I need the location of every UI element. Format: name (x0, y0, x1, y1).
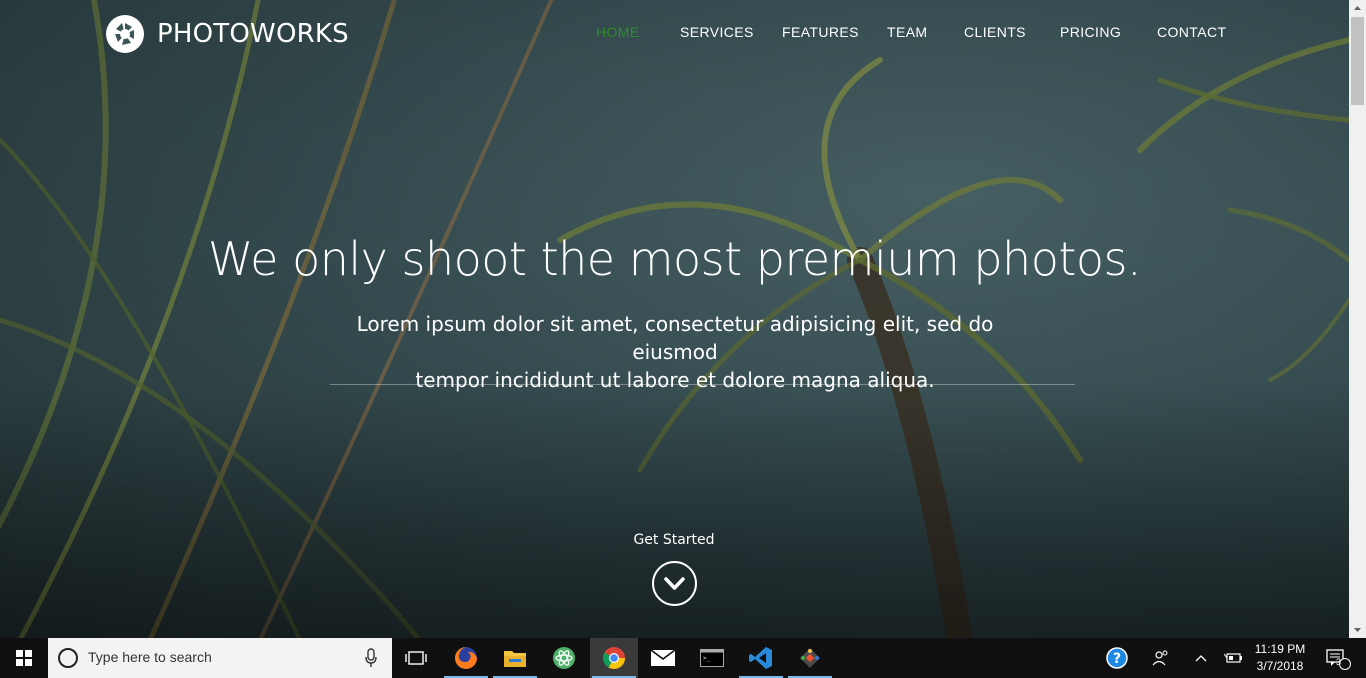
hero-divider (330, 384, 1075, 385)
browser-viewport: PHOTOWORKS HOME SERVICES FEATURES TEAM C… (0, 0, 1349, 638)
terminal-icon: >_ (700, 649, 724, 667)
svg-text:?: ? (1113, 651, 1121, 667)
get-started-button[interactable] (652, 561, 697, 606)
tray-show-hidden[interactable] (1188, 638, 1214, 678)
nav-home[interactable]: HOME (596, 24, 680, 40)
chrome-icon (603, 647, 625, 669)
task-view-icon (405, 651, 427, 665)
top-navbar: PHOTOWORKS HOME SERVICES FEATURES TEAM C… (0, 0, 1349, 68)
hero-subtitle: Lorem ipsum dolor sit amet, consectetur … (340, 310, 1010, 394)
windows-taskbar: Type here to search >_ ? 11:19 PM 3/7/20… (0, 638, 1366, 678)
windows-logo-icon (16, 650, 32, 666)
clock-date: 3/7/2018 (1256, 659, 1304, 673)
help-icon: ? (1106, 647, 1128, 669)
firefox-icon (455, 647, 477, 669)
taskbar-search-box[interactable]: Type here to search (48, 638, 392, 678)
cortana-icon (58, 648, 78, 668)
nav-clients[interactable]: CLIENTS (964, 24, 1060, 40)
tray-help[interactable]: ? (1100, 638, 1134, 678)
taskbar-git[interactable] (786, 638, 834, 678)
aperture-icon (106, 15, 144, 53)
brand-logo[interactable]: PHOTOWORKS (105, 14, 349, 54)
chevron-down-icon (664, 577, 685, 590)
scroll-down-arrow-icon[interactable] (1349, 621, 1366, 638)
chevron-up-icon (1195, 655, 1207, 662)
taskbar-vscode[interactable] (737, 638, 785, 678)
scroll-up-arrow-icon[interactable] (1349, 0, 1366, 17)
get-started-label[interactable]: Get Started (574, 532, 774, 548)
scroll-thumb[interactable] (1351, 17, 1364, 105)
battery-icon (1224, 653, 1242, 663)
file-explorer-icon (504, 651, 526, 667)
task-view-button[interactable] (392, 638, 440, 678)
hero-title: We only shoot the most premium photos. (207, 232, 1142, 286)
start-button[interactable] (0, 638, 48, 678)
nav-pricing[interactable]: PRICING (1060, 24, 1157, 40)
vscode-icon (749, 647, 772, 669)
page-scrollbar[interactable] (1349, 0, 1366, 638)
svg-text:>_: >_ (703, 655, 711, 662)
people-icon (1152, 650, 1168, 666)
tray-people[interactable] (1146, 638, 1176, 678)
search-placeholder: Type here to search (88, 649, 212, 665)
taskbar-atom[interactable] (540, 638, 588, 678)
action-center-button[interactable]: 3 (1318, 638, 1358, 678)
clock-time: 11:19 PM (1254, 642, 1306, 656)
microphone-icon[interactable] (365, 648, 377, 668)
tray-battery[interactable] (1220, 638, 1246, 678)
taskbar-mail[interactable] (639, 638, 687, 678)
nav-contact[interactable]: CONTACT (1157, 24, 1237, 40)
taskbar-firefox[interactable] (442, 638, 490, 678)
main-menu: HOME SERVICES FEATURES TEAM CLIENTS PRIC… (596, 24, 1237, 40)
taskbar-terminal[interactable]: >_ (688, 638, 736, 678)
mail-icon (650, 649, 676, 666)
taskbar-file-explorer[interactable] (491, 638, 539, 678)
atom-icon (553, 647, 575, 669)
nav-services[interactable]: SERVICES (680, 24, 782, 40)
nav-features[interactable]: FEATURES (782, 24, 887, 40)
hero-subtitle-line-1: Lorem ipsum dolor sit amet, consectetur … (356, 312, 994, 364)
brand-name: PHOTOWORKS (157, 19, 349, 49)
taskbar-chrome[interactable] (590, 638, 638, 678)
nav-team[interactable]: TEAM (887, 24, 964, 40)
git-icon (800, 648, 820, 668)
hero-subtitle-line-2: tempor incididunt ut labore et dolore ma… (415, 368, 935, 392)
system-clock[interactable]: 11:19 PM 3/7/2018 (1248, 641, 1312, 675)
notification-count: 3 (1336, 657, 1342, 667)
